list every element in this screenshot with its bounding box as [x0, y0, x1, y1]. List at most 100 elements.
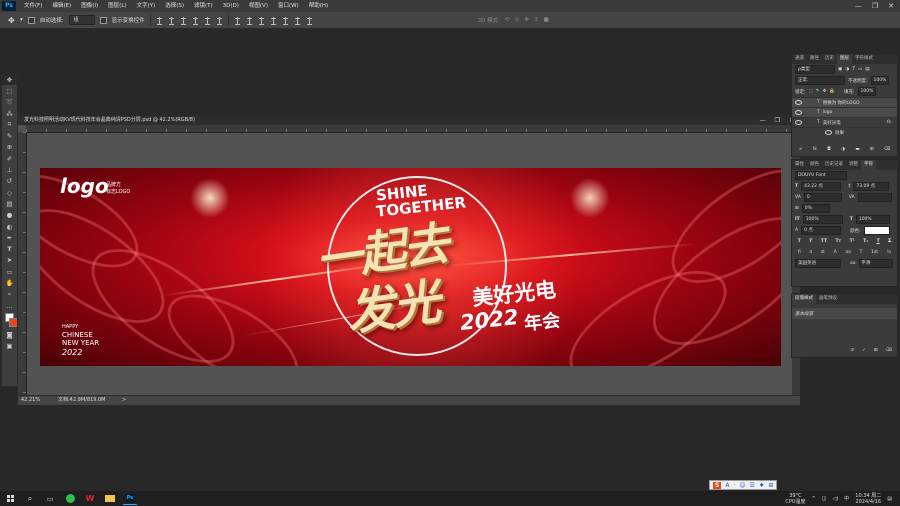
- marquee-tool-icon[interactable]: ⬚: [2, 85, 17, 96]
- menu-3d[interactable]: 3D(D): [218, 0, 244, 12]
- underline-icon[interactable]: T: [877, 239, 880, 244]
- menu-image[interactable]: 图像(I): [76, 0, 103, 12]
- filter-type-icon[interactable]: T: [852, 67, 855, 72]
- align-right-icon[interactable]: [216, 16, 223, 25]
- ime-keyboard-icon[interactable]: ☰: [750, 482, 755, 489]
- weather-widget[interactable]: 39°C CPU温度: [785, 493, 805, 505]
- ime-punct-icon[interactable]: ·: [733, 482, 735, 489]
- delete-layer-icon[interactable]: ⌫: [884, 147, 890, 152]
- more-tools-icon[interactable]: …: [2, 300, 17, 311]
- ime-tools-icon[interactable]: ⊞: [768, 482, 773, 489]
- ime-lang-icon[interactable]: A: [725, 482, 729, 489]
- text-color-swatch[interactable]: [863, 226, 890, 235]
- visibility-eye-icon[interactable]: [795, 120, 802, 125]
- baseline-field[interactable]: 0 点: [801, 226, 842, 235]
- leading-field[interactable]: 73.09 点: [853, 182, 890, 191]
- volume-icon[interactable]: ◁): [832, 496, 838, 502]
- doc-maximize-button[interactable]: ❐: [775, 116, 780, 125]
- auto-align-icon[interactable]: [306, 16, 313, 25]
- tab-character[interactable]: 字符: [861, 160, 876, 170]
- half-icon[interactable]: ½: [887, 250, 891, 255]
- lock-all-icon[interactable]: 🔒: [829, 89, 835, 94]
- menu-layer[interactable]: 图层(L): [103, 0, 131, 12]
- doc-minimize-button[interactable]: —: [760, 116, 766, 125]
- ligature-icon[interactable]: fi: [798, 250, 801, 255]
- eraser-tool-icon[interactable]: ◇: [2, 187, 17, 198]
- blur-tool-icon[interactable]: ●: [2, 210, 17, 221]
- subscript-icon[interactable]: T₁: [863, 239, 868, 244]
- new-layer-icon[interactable]: ⊞: [870, 147, 874, 152]
- fx-icon[interactable]: fx: [887, 120, 891, 125]
- healing-brush-tool-icon[interactable]: ⊕: [2, 142, 17, 153]
- layer-row[interactable]: T logo: [792, 107, 897, 117]
- commit-icon[interactable]: ✓: [862, 348, 866, 353]
- tool-preset-dropdown[interactable]: ▾: [20, 17, 23, 23]
- horizontal-ruler[interactable]: [26, 125, 800, 133]
- layer-kind-filter[interactable]: ρ类型: [795, 65, 835, 74]
- new-adjustment-icon[interactable]: ◑: [841, 147, 845, 152]
- opacity-field[interactable]: 100%: [870, 76, 890, 85]
- filter-shape-icon[interactable]: ▭: [858, 67, 862, 72]
- dodge-tool-icon[interactable]: ◐: [2, 221, 17, 232]
- delete-style-icon[interactable]: ⌫: [886, 348, 892, 353]
- tracking-field[interactable]: 0: [803, 193, 842, 202]
- layer-row[interactable]: T 美好光电 fx: [792, 117, 897, 127]
- visibility-eye-icon[interactable]: [795, 100, 802, 105]
- swash-icon[interactable]: st: [821, 250, 825, 255]
- file-explorer-icon[interactable]: [103, 493, 117, 505]
- tab-paths[interactable]: 路径: [807, 54, 822, 64]
- layer-row[interactable]: T 替换为 你的LOGO: [792, 97, 897, 107]
- path-selection-tool-icon[interactable]: ➤: [2, 255, 17, 266]
- notification-icon[interactable]: ▤: [887, 496, 892, 502]
- zoom-tool-icon[interactable]: ⌕: [2, 289, 17, 300]
- close-button[interactable]: ✕: [888, 2, 894, 10]
- photoshop-taskbar-icon[interactable]: Ps: [123, 492, 137, 505]
- link-layers-icon[interactable]: ∞: [799, 147, 803, 152]
- 3d-rotate-icon[interactable]: ⟲: [505, 17, 510, 23]
- canvas-artwork[interactable]: logo 品牌方 标志LOGO SHINE TOGETHER 一起去 发光 美好…: [40, 168, 781, 366]
- move-tool-icon[interactable]: ✥: [8, 16, 15, 24]
- eyedropper-tool-icon[interactable]: ✎: [2, 130, 17, 141]
- menu-view[interactable]: 视图(V): [244, 0, 273, 12]
- align-left-icon[interactable]: [192, 16, 199, 25]
- tab-channels[interactable]: 通道: [792, 54, 807, 64]
- ime-logo-icon[interactable]: S: [713, 481, 722, 489]
- align-top-icon[interactable]: [156, 16, 163, 25]
- network-icon[interactable]: ◫: [822, 496, 827, 502]
- lock-paint-icon[interactable]: ✎: [816, 89, 820, 94]
- kerning-field[interactable]: [857, 193, 892, 202]
- titling-icon[interactable]: aa: [845, 250, 851, 255]
- fraction-icon[interactable]: 1st: [871, 250, 878, 255]
- ime-emoji-icon[interactable]: ☺: [739, 482, 745, 489]
- add-style-icon[interactable]: fx: [813, 147, 817, 152]
- distribute-vcenter-icon[interactable]: [246, 16, 253, 25]
- wps-icon[interactable]: W: [83, 493, 97, 505]
- app-green-icon[interactable]: [63, 493, 77, 505]
- filter-adjust-icon[interactable]: ◑: [845, 67, 849, 72]
- visibility-eye-icon[interactable]: [825, 130, 832, 135]
- clear-override-icon[interactable]: ↺: [850, 348, 854, 353]
- gradient-tool-icon[interactable]: ▤: [2, 198, 17, 209]
- stylistic-icon[interactable]: A: [834, 250, 837, 255]
- tab-brush-presets[interactable]: 画笔预设: [816, 294, 840, 304]
- menu-window[interactable]: 窗口(W): [273, 0, 304, 12]
- shape-tool-icon[interactable]: ▭: [2, 266, 17, 277]
- zoom-level[interactable]: 42.21%: [21, 396, 40, 405]
- tab-adjustments[interactable]: 调整: [846, 160, 861, 170]
- 3d-slide-icon[interactable]: ↕: [534, 17, 539, 23]
- add-mask-icon[interactable]: ◘: [827, 147, 831, 152]
- visibility-eye-icon[interactable]: [795, 110, 802, 115]
- clone-stamp-tool-icon[interactable]: ⊥: [2, 164, 17, 175]
- tab-char-styles[interactable]: 字符样式: [852, 54, 876, 64]
- align-vcenter-icon[interactable]: [168, 16, 175, 25]
- filter-pixel-icon[interactable]: ▣: [838, 67, 842, 72]
- blend-mode-dropdown[interactable]: 正常: [795, 76, 845, 85]
- screen-mode-icon[interactable]: ▣: [2, 341, 17, 352]
- menu-help[interactable]: 帮助(H): [304, 0, 333, 12]
- task-view-icon[interactable]: ▭: [43, 493, 57, 505]
- font-size-field[interactable]: 43.22 点: [801, 182, 842, 191]
- anti-alias-dropdown[interactable]: 平滑: [858, 259, 893, 268]
- crop-tool-icon[interactable]: ⌗: [2, 119, 17, 130]
- ordinal-icon[interactable]: T: [860, 250, 863, 255]
- windows-start-icon[interactable]: [3, 493, 17, 505]
